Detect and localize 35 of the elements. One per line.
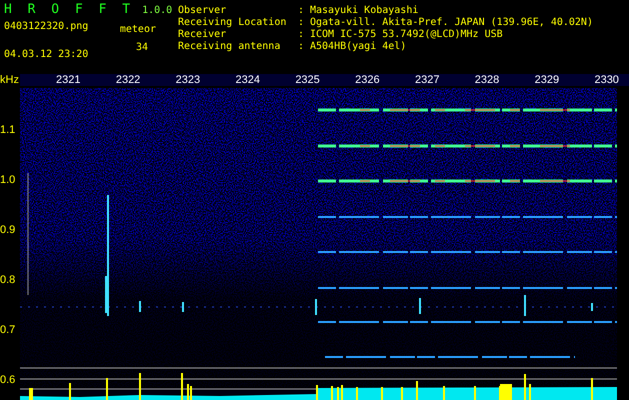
time-label: 2330 bbox=[594, 74, 619, 86]
time-label: 2327 bbox=[414, 74, 440, 86]
meteor-count: 34 bbox=[136, 42, 149, 54]
info-label: Observer bbox=[178, 5, 228, 17]
time-label: 2321 bbox=[56, 74, 80, 86]
frequency-label: 1.1 bbox=[0, 124, 16, 136]
time-label: 2323 bbox=[176, 74, 200, 86]
info-value: Masayuki Kobayashi bbox=[310, 5, 418, 17]
frequency-label: 0.8 bbox=[0, 274, 16, 286]
separator: : bbox=[298, 41, 306, 53]
info-label: Receiver bbox=[178, 29, 228, 41]
frequency-label: 0.9 bbox=[0, 224, 16, 236]
separator: : bbox=[298, 29, 306, 41]
info-label: Receiving antenna bbox=[178, 41, 282, 53]
time-label: 2322 bbox=[116, 74, 140, 86]
app-title: H R O F F T bbox=[4, 2, 134, 17]
info-value: ICOM IC-575 53.7492(@LCD)MHz USB bbox=[310, 29, 503, 41]
info-label: Receiving Location bbox=[178, 17, 288, 29]
time-label: 2329 bbox=[534, 74, 560, 86]
time-label: 2325 bbox=[295, 74, 320, 86]
time-label: 2328 bbox=[474, 74, 500, 86]
version-label: 1.0.0 bbox=[142, 5, 172, 16]
date-time: 04.03.12 23:20 bbox=[4, 49, 88, 61]
meteor-label: meteor bbox=[120, 24, 156, 36]
separator: : bbox=[298, 5, 306, 17]
file-name: 0403122320.png bbox=[4, 21, 88, 33]
time-label: 2326 bbox=[355, 74, 380, 86]
info-value: A504HB(yagi 4el) bbox=[310, 41, 406, 53]
frequency-label: 1.0 bbox=[0, 174, 16, 186]
frequency-unit: kHz bbox=[0, 74, 20, 86]
info-value: Ogata-vill. Akita-Pref. JAPAN (139.96E, 40.02N) bbox=[310, 17, 593, 29]
frequency-label: 0.6 bbox=[0, 374, 16, 386]
separator: : bbox=[298, 17, 306, 29]
frequency-label: 0.7 bbox=[0, 324, 16, 336]
time-label: 2324 bbox=[235, 74, 260, 86]
